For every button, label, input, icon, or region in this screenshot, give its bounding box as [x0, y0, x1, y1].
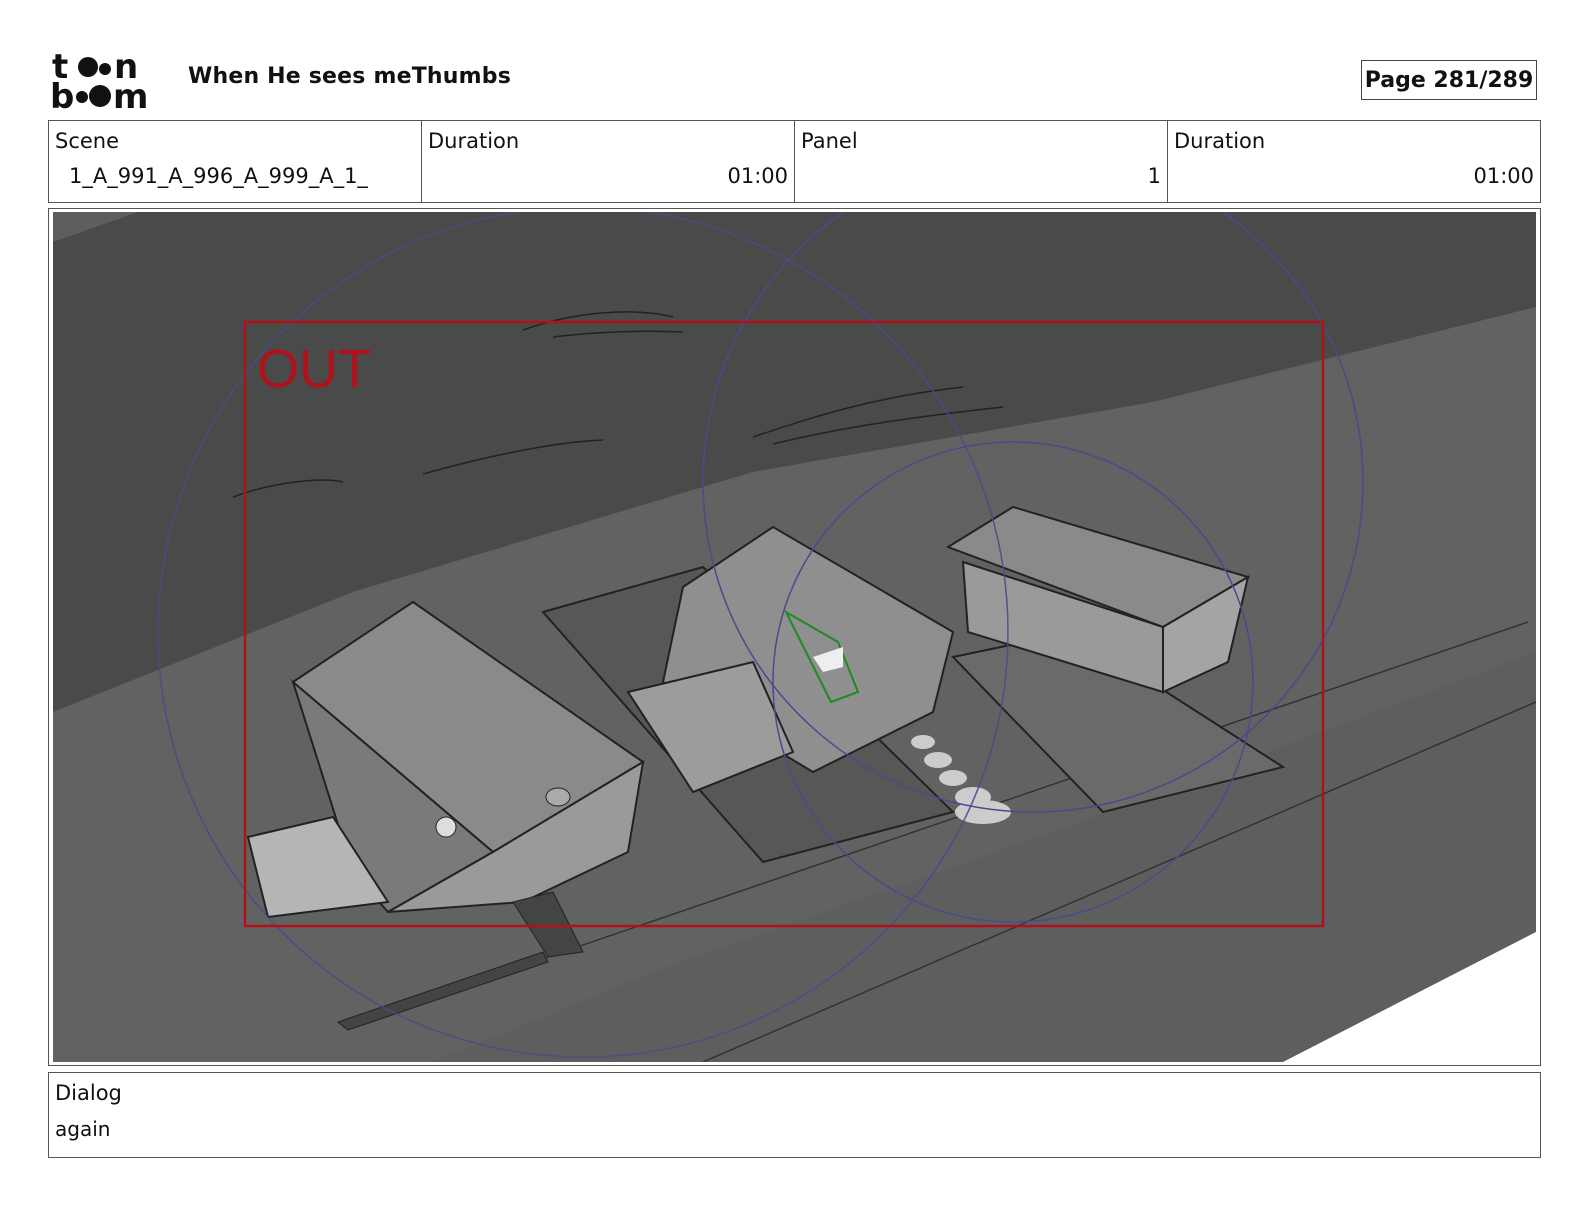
panel-cell: Panel 1	[795, 121, 1168, 202]
svg-text:m: m	[113, 77, 148, 112]
panel-drawing: OUT	[53, 212, 1536, 1062]
scene-duration-label: Duration	[428, 129, 520, 153]
panel-duration-label: Duration	[1174, 129, 1266, 153]
panel-label: Panel	[801, 129, 858, 153]
page-label: Page 281/289	[1364, 67, 1534, 93]
scene-cell: Scene 1_A_991_A_996_A_999_A_1_	[49, 121, 422, 202]
svg-text:b: b	[50, 77, 74, 112]
scene-duration-cell: Duration 01:00	[422, 121, 795, 202]
dialog-text: again	[55, 1117, 111, 1141]
panel-duration-cell: Duration 01:00	[1168, 121, 1540, 202]
panel-value: 1	[1147, 164, 1161, 188]
project-title: When He sees meThumbs	[188, 64, 511, 89]
dialog-label: Dialog	[55, 1081, 122, 1105]
scene-info-table: Scene 1_A_991_A_996_A_999_A_1_ Duration …	[48, 120, 1541, 203]
toon-boom-logo: t n b m	[50, 47, 164, 117]
panel-duration-value: 01:00	[1473, 164, 1534, 188]
storyboard-panel: OUT	[48, 208, 1541, 1066]
scene-label: Scene	[55, 129, 120, 153]
scene-value: 1_A_991_A_996_A_999_A_1_	[69, 164, 368, 188]
out-label: OUT	[257, 339, 371, 399]
page-indicator: Page 281/289	[1361, 60, 1537, 100]
dialog-box: Dialog again	[48, 1072, 1541, 1158]
scene-duration-value: 01:00	[727, 164, 788, 188]
